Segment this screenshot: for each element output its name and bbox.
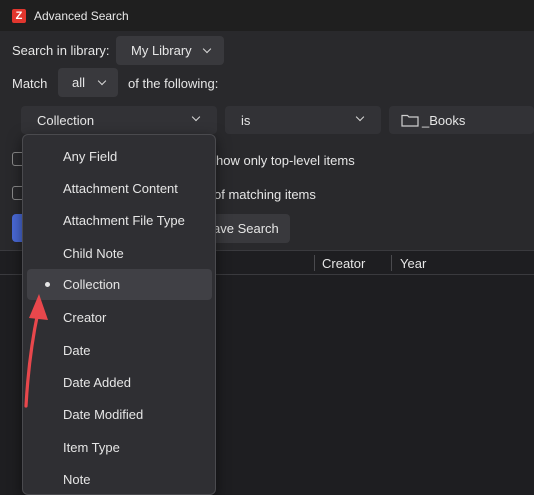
menu-item-label: Date Added	[63, 375, 131, 390]
match-select-value: all	[72, 75, 86, 90]
menu-item-label: Item Type	[63, 440, 120, 455]
menu-item-label: Creator	[63, 310, 107, 325]
condition-field-select[interactable]: Collection	[21, 106, 217, 134]
menu-item-label: Attachment Content	[63, 181, 178, 196]
chevron-down-icon	[355, 112, 365, 122]
menu-item-note[interactable]: Note	[27, 464, 212, 494]
menu-item-attachment-content[interactable]: Attachment Content	[27, 173, 212, 204]
title-bar: Z Advanced Search	[0, 0, 534, 31]
library-select[interactable]: My Library	[116, 36, 224, 65]
top-level-label: how only top-level items	[216, 153, 355, 168]
zotero-app-icon: Z	[12, 8, 26, 23]
window-title: Advanced Search	[34, 8, 129, 23]
matching-items-label: of matching items	[214, 187, 316, 202]
menu-item-any-field[interactable]: Any Field	[27, 141, 212, 172]
chevron-down-icon	[202, 44, 211, 53]
condition-value-text: _Books	[422, 112, 466, 128]
menu-item-collection[interactable]: Collection	[27, 269, 212, 300]
match-label: Match	[12, 76, 48, 91]
match-suffix: of the following:	[128, 76, 219, 91]
menu-item-label: Date	[63, 343, 91, 358]
menu-item-label: Note	[63, 472, 91, 487]
search-in-label: Search in library:	[12, 43, 110, 58]
column-creator[interactable]: Creator	[322, 251, 390, 275]
condition-field-dropdown: Any Field Attachment Content Attachment …	[22, 134, 216, 495]
menu-item-date-added[interactable]: Date Added	[27, 367, 212, 398]
menu-item-label: Attachment File Type	[63, 213, 185, 228]
menu-item-label: Collection	[63, 277, 121, 292]
condition-value-select[interactable]: _Books	[389, 106, 534, 134]
chevron-down-icon	[97, 76, 107, 85]
menu-item-attachment-file-type[interactable]: Attachment File Type	[27, 205, 212, 236]
condition-operator-value: is	[241, 112, 251, 128]
menu-item-date-modified[interactable]: Date Modified	[27, 399, 212, 430]
folder-icon	[401, 114, 419, 127]
menu-item-date[interactable]: Date	[27, 335, 212, 366]
condition-operator-select[interactable]: is	[225, 106, 381, 134]
menu-item-label: Any Field	[63, 149, 118, 164]
library-select-value: My Library	[131, 43, 192, 58]
column-year[interactable]: Year	[400, 251, 460, 275]
save-search-label: ave Search	[213, 221, 279, 236]
menu-item-label: Date Modified	[63, 407, 144, 422]
menu-item-creator[interactable]: Creator	[27, 302, 212, 333]
menu-item-child-note[interactable]: Child Note	[27, 238, 212, 269]
condition-field-value: Collection	[37, 112, 95, 128]
column-separator[interactable]	[391, 255, 392, 271]
menu-item-item-type[interactable]: Item Type	[27, 432, 212, 463]
column-separator[interactable]	[314, 255, 315, 271]
selected-bullet-icon	[45, 282, 50, 287]
match-select[interactable]: all	[58, 68, 118, 97]
chevron-down-icon	[191, 112, 201, 122]
menu-item-label: Child Note	[63, 246, 124, 261]
